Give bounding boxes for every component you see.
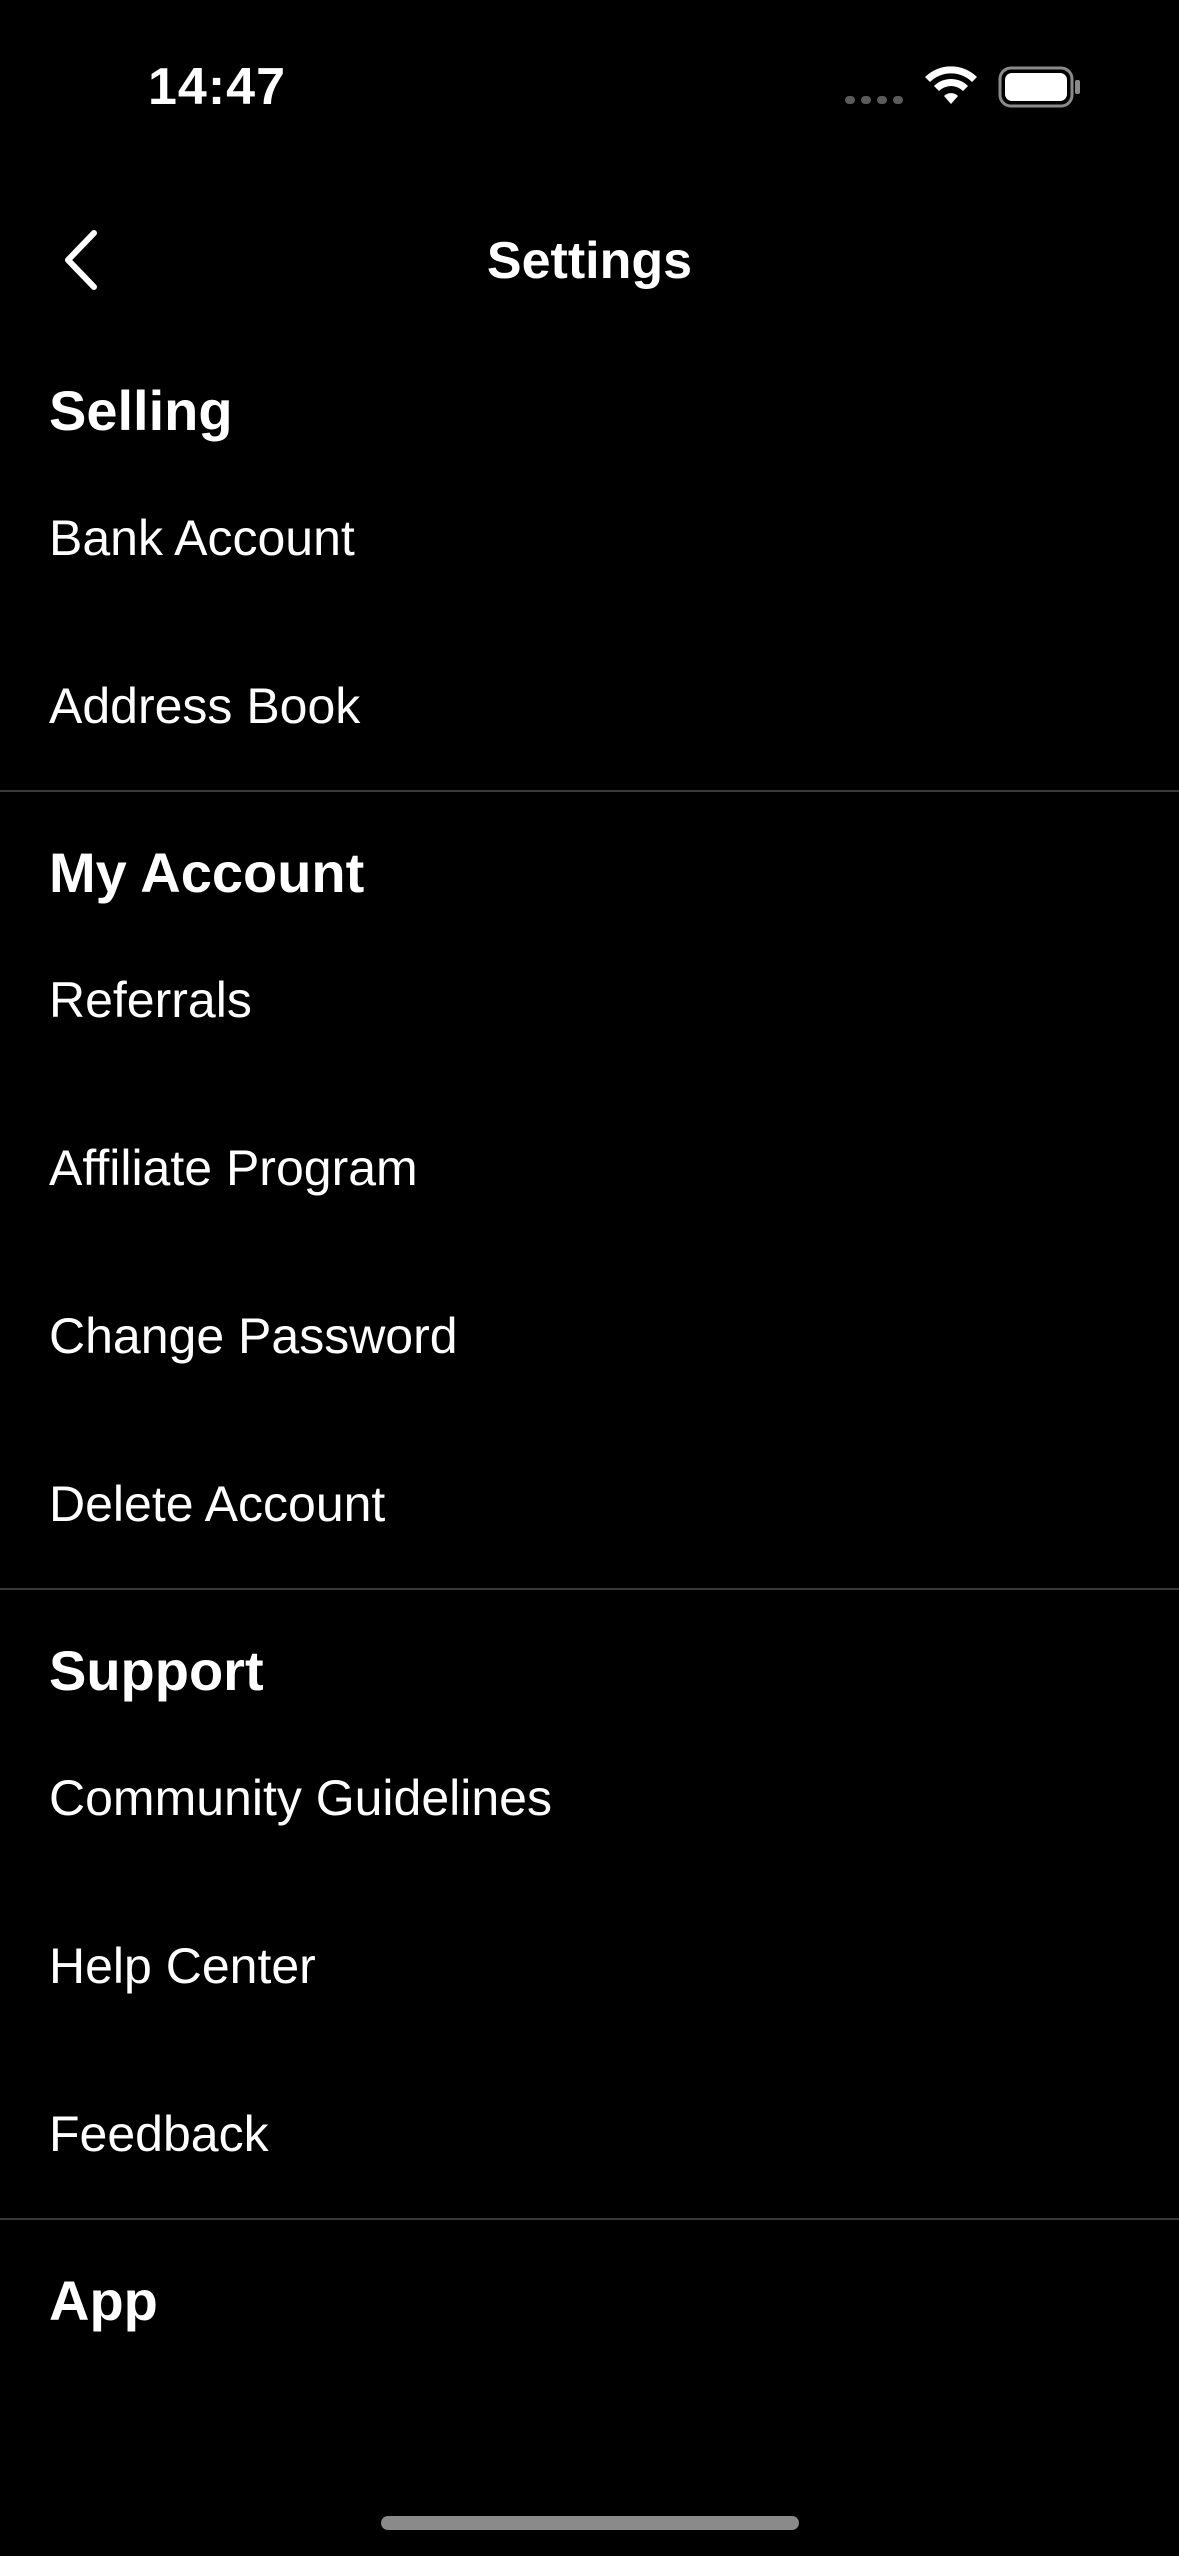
settings-item-feedback[interactable]: Feedback <box>0 2050 1179 2218</box>
battery-icon <box>998 66 1080 108</box>
section-header: My Account <box>49 841 365 904</box>
wifi-icon <box>925 66 977 104</box>
settings-item-label: Address Book <box>49 678 361 734</box>
settings-item-label: Referrals <box>49 972 252 1028</box>
navigation-bar: Settings <box>0 200 1179 320</box>
section-header: Support <box>49 1639 264 1702</box>
settings-item-label: Community Guidelines <box>49 1770 552 1826</box>
section-header: App <box>49 2269 158 2332</box>
settings-item-bank-account[interactable]: Bank Account <box>0 454 1179 622</box>
section-selling: Selling Bank Account Address Book <box>0 330 1179 792</box>
settings-item-label: Delete Account <box>49 1476 386 1532</box>
section-header: Selling <box>49 379 233 442</box>
settings-item-change-password[interactable]: Change Password <box>0 1252 1179 1420</box>
settings-item-referrals[interactable]: Referrals <box>0 916 1179 1084</box>
settings-item-affiliate-program[interactable]: Affiliate Program <box>0 1084 1179 1252</box>
settings-item-label: Feedback <box>49 2106 269 2162</box>
home-indicator[interactable] <box>381 2516 799 2530</box>
settings-item-delete-account[interactable]: Delete Account <box>0 1420 1179 1588</box>
settings-item-label: Help Center <box>49 1938 316 1994</box>
settings-item-label: Change Password <box>49 1308 458 1364</box>
cellular-signal-icon <box>845 96 903 104</box>
section-my-account: My Account Referrals Affiliate Program C… <box>0 792 1179 1590</box>
settings-list: Selling Bank Account Address Book My Acc… <box>0 330 1179 2344</box>
page-title: Settings <box>486 232 693 290</box>
section-support: Support Community Guidelines Help Center… <box>0 1590 1179 2220</box>
settings-item-label: Affiliate Program <box>49 1140 418 1196</box>
settings-item-label: Bank Account <box>49 510 355 566</box>
settings-item-address-book[interactable]: Address Book <box>0 622 1179 790</box>
status-bar: 14:47 <box>0 0 1179 175</box>
status-time: 14:47 <box>148 58 286 116</box>
settings-item-community-guidelines[interactable]: Community Guidelines <box>0 1714 1179 1882</box>
section-app: App <box>0 2220 1179 2344</box>
settings-item-help-center[interactable]: Help Center <box>0 1882 1179 2050</box>
